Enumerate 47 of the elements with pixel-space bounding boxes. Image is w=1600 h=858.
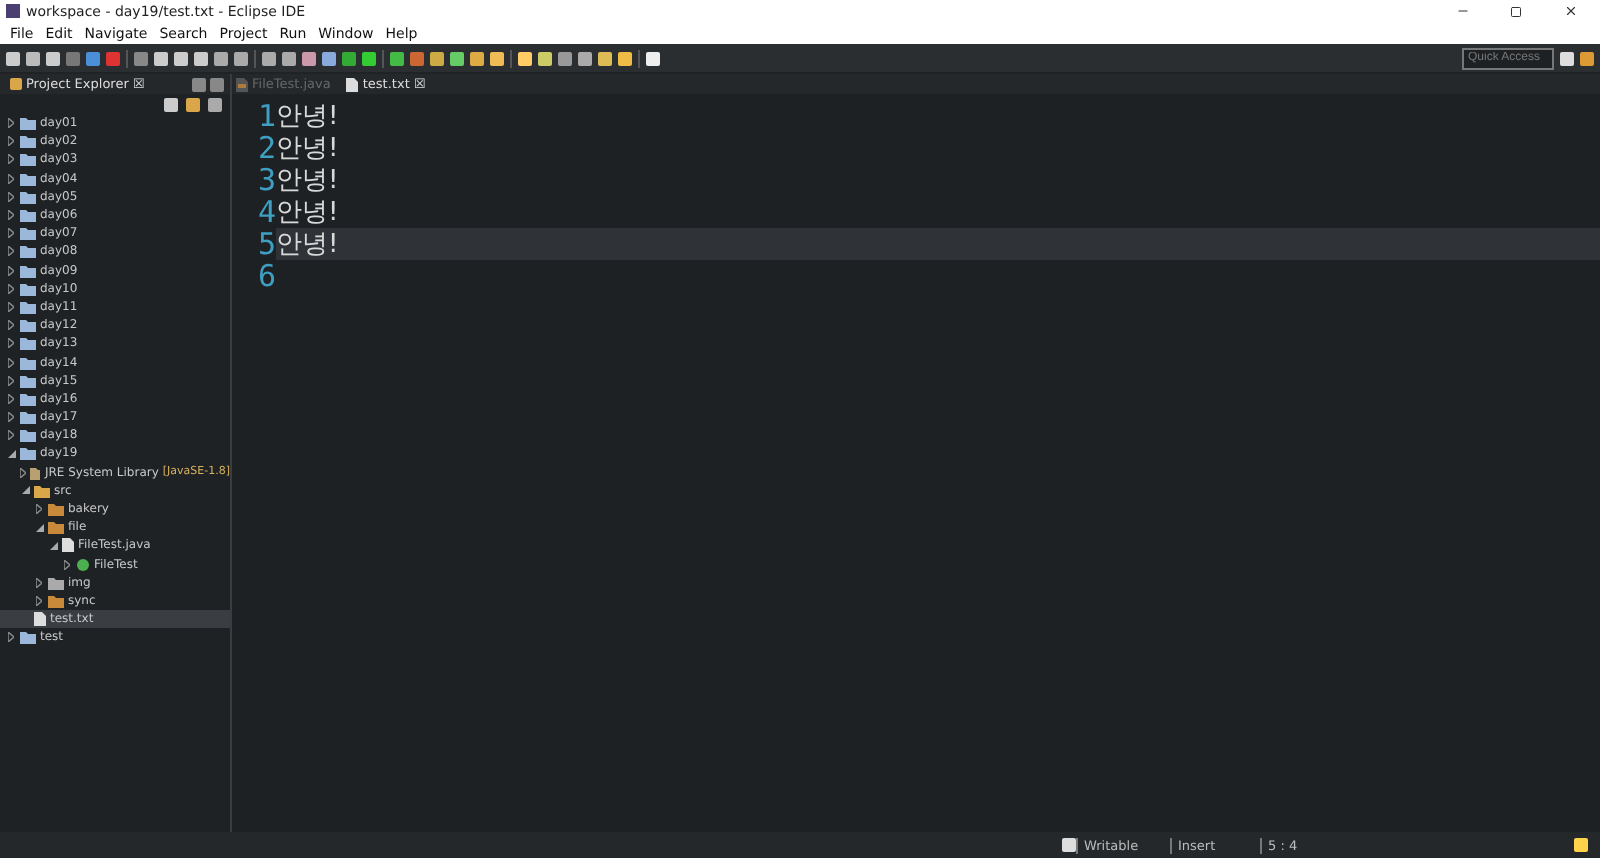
expand-icon[interactable] [8,430,14,441]
app-icon [6,4,20,18]
expand-icon[interactable] [8,246,14,257]
expand-icon[interactable] [64,559,70,570]
expand-icon[interactable] [8,338,14,349]
expand-icon[interactable] [8,412,14,423]
expand-icon[interactable] [8,191,14,202]
line-text: 안녕! [276,196,339,230]
line-text: 안녕! [276,100,339,134]
file-icon [62,538,74,553]
collapse-icon[interactable] [7,449,15,458]
expand-icon[interactable] [36,504,42,515]
java-file-icon [236,77,248,91]
class-icon [76,557,90,572]
line-text: 안녕! [276,228,339,262]
expand-icon[interactable] [8,173,14,184]
expand-icon[interactable] [8,393,14,404]
expand-icon[interactable] [36,577,42,588]
close-icon[interactable] [1563,4,1577,18]
status-icon [1062,838,1076,852]
expand-icon[interactable] [20,467,27,478]
expand-icon[interactable] [8,210,14,221]
expand-icon[interactable] [8,118,14,129]
expand-icon[interactable] [36,595,42,606]
collapse-icon[interactable] [35,523,43,532]
line-text: 안녕! [276,164,339,198]
expand-icon[interactable] [8,228,14,239]
expand-icon[interactable] [8,357,14,368]
line-number: 2 [255,130,276,166]
line-number: 1 [255,98,276,134]
expand-icon[interactable] [8,375,14,386]
collapse-icon[interactable] [21,486,29,495]
expand-icon[interactable] [8,283,14,294]
file-icon [34,612,46,627]
file-icon [346,77,359,91]
expand-icon[interactable] [8,320,14,331]
expand-icon[interactable] [8,301,14,312]
line-text: 안녕! [276,132,339,166]
expand-icon[interactable] [8,136,14,147]
expand-icon[interactable] [8,632,14,643]
line-number: 4 [255,194,276,230]
collapse-icon[interactable] [49,541,57,550]
expand-icon[interactable] [8,154,14,165]
line-number: 3 [255,162,276,198]
expand-icon[interactable] [8,265,14,276]
line-number: 5 [255,226,276,262]
line-number: 6 [255,258,276,294]
